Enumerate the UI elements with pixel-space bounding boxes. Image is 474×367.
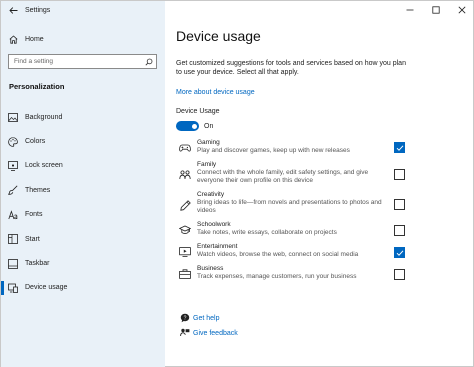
device-usage-toggle-row: On bbox=[176, 121, 213, 131]
feedback-icon bbox=[179, 327, 191, 339]
search-box[interactable] bbox=[8, 54, 157, 69]
sidebar: Settings Home Personalization bbox=[1, 1, 165, 367]
maximize-button[interactable] bbox=[423, 1, 449, 19]
home-nav-item[interactable]: Home bbox=[1, 31, 165, 47]
sidebar-item-label: Taskbar bbox=[25, 260, 50, 268]
get-help-link[interactable]: ? Get help bbox=[179, 312, 219, 324]
sidebar-item-background[interactable]: Background bbox=[1, 105, 165, 129]
option-description: Take notes, write essays, collaborate on… bbox=[197, 229, 337, 236]
give-feedback-text: Give feedback bbox=[193, 329, 238, 337]
minimize-button[interactable] bbox=[397, 1, 423, 19]
font-icon bbox=[1, 207, 25, 223]
checkmark-icon bbox=[396, 249, 403, 256]
page-title: Device usage bbox=[176, 28, 261, 44]
option-description: Bring ideas to life—from novels and pres… bbox=[197, 199, 382, 214]
settings-window: Settings Home Personalization bbox=[0, 0, 474, 367]
svg-text:?: ? bbox=[184, 315, 187, 321]
option-title: Creativity bbox=[197, 191, 225, 198]
gamepad-icon bbox=[179, 142, 191, 154]
option-title: Schoolwork bbox=[197, 221, 231, 228]
option-description: Track expenses, manage customers, run yo… bbox=[197, 273, 357, 280]
sidebar-item-label: Fonts bbox=[25, 211, 43, 219]
sidebar-item-device-usage[interactable]: Device usage bbox=[1, 276, 165, 300]
entertainment-icon bbox=[179, 246, 191, 258]
option-description: Play and discover games, keep up with ne… bbox=[197, 147, 350, 154]
sidebar-item-label: Background bbox=[25, 113, 63, 121]
business-checkbox[interactable] bbox=[394, 269, 405, 280]
maximize-icon bbox=[432, 6, 440, 14]
device-usage-icon bbox=[1, 280, 25, 296]
palette-icon bbox=[1, 134, 25, 150]
back-button[interactable] bbox=[1, 1, 25, 19]
sidebar-item-label: Device usage bbox=[25, 284, 68, 292]
gaming-checkbox[interactable] bbox=[394, 142, 405, 153]
schoolwork-checkbox[interactable] bbox=[394, 225, 405, 236]
lock-screen-icon bbox=[1, 158, 25, 174]
taskbar-icon bbox=[1, 256, 25, 272]
search-icon[interactable] bbox=[142, 55, 156, 68]
toggle-state: On bbox=[204, 122, 214, 130]
close-button[interactable] bbox=[449, 1, 474, 19]
entertainment-checkbox[interactable] bbox=[394, 247, 405, 258]
device-usage-toggle-label: Device Usage bbox=[176, 108, 220, 115]
option-title: Business bbox=[197, 265, 224, 272]
brush-icon bbox=[1, 182, 25, 198]
sidebar-item-taskbar[interactable]: Taskbar bbox=[1, 251, 165, 275]
main-content: Device usage Get customized suggestions … bbox=[165, 1, 474, 367]
checkmark-icon bbox=[396, 144, 403, 151]
chat-help-icon: ? bbox=[179, 312, 191, 324]
sidebar-item-lock-screen[interactable]: Lock screen bbox=[1, 154, 165, 178]
get-help-text: Get help bbox=[193, 314, 220, 322]
sidebar-item-themes[interactable]: Themes bbox=[1, 178, 165, 202]
graduation-cap-icon bbox=[179, 224, 191, 236]
option-description: Connect with the whole family, edit safe… bbox=[197, 169, 369, 184]
give-feedback-link[interactable]: Give feedback bbox=[179, 327, 238, 339]
title-bar: Settings bbox=[1, 1, 165, 19]
sidebar-item-label: Colors bbox=[25, 138, 46, 146]
option-title: Entertainment bbox=[197, 243, 238, 250]
close-icon bbox=[458, 6, 466, 14]
family-checkbox[interactable] bbox=[394, 169, 405, 180]
back-arrow-icon bbox=[8, 6, 17, 14]
sidebar-item-colors[interactable]: Colors bbox=[1, 129, 165, 153]
more-about-link[interactable]: More about device usage bbox=[176, 89, 255, 96]
sidebar-item-label: Themes bbox=[25, 186, 51, 194]
sidebar-nav: Background Colors Lock screen Themes Fon… bbox=[1, 105, 165, 300]
creativity-checkbox[interactable] bbox=[394, 199, 405, 210]
briefcase-icon bbox=[179, 268, 191, 280]
home-icon bbox=[1, 31, 25, 47]
sidebar-item-start[interactable]: Start bbox=[1, 227, 165, 251]
search-input[interactable] bbox=[9, 58, 142, 65]
sidebar-item-label: Lock screen bbox=[25, 162, 63, 170]
toggle-knob bbox=[191, 123, 197, 129]
home-label: Home bbox=[25, 35, 44, 43]
app-title: Settings bbox=[25, 6, 51, 14]
window-controls bbox=[397, 1, 474, 19]
start-icon bbox=[1, 231, 25, 247]
page-description: Get customized suggestions for tools and… bbox=[176, 60, 406, 76]
sidebar-item-label: Start bbox=[25, 235, 40, 243]
minimize-icon bbox=[406, 9, 414, 11]
section-title: Personalization bbox=[9, 82, 65, 91]
option-description: Watch videos, browse the web, connect on… bbox=[197, 251, 359, 258]
option-title: Family bbox=[197, 161, 217, 168]
family-icon bbox=[179, 169, 191, 181]
sidebar-item-fonts[interactable]: Fonts bbox=[1, 203, 165, 227]
device-usage-toggle[interactable] bbox=[176, 121, 199, 131]
pen-icon bbox=[179, 199, 191, 211]
picture-icon bbox=[1, 109, 25, 125]
option-title: Gaming bbox=[197, 139, 220, 146]
